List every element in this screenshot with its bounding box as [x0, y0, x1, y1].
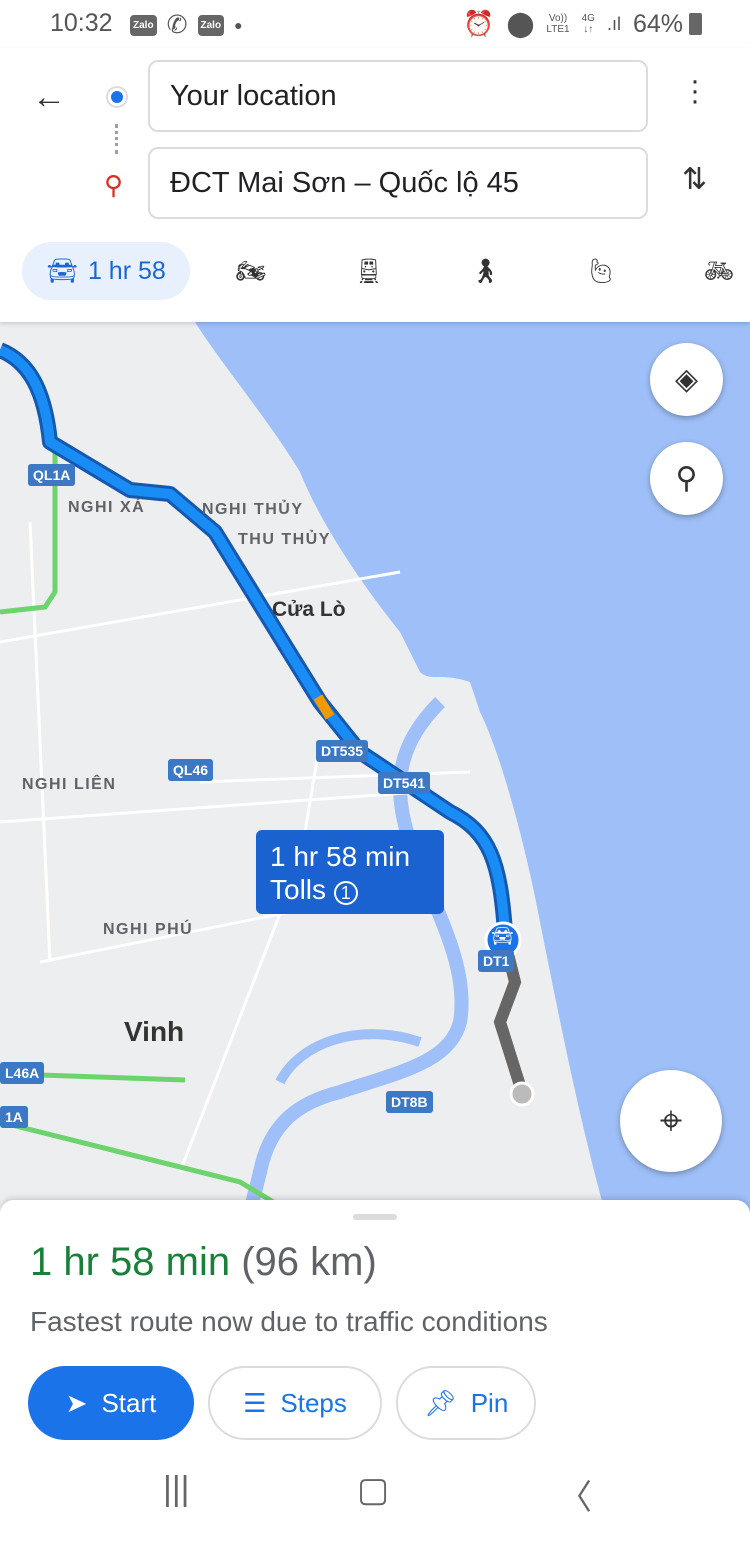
location-icon: ⬤	[506, 10, 535, 38]
list-icon: ☰	[243, 1387, 267, 1418]
pin-label: Pin	[470, 1387, 509, 1418]
search-icon: ⚲	[675, 462, 698, 495]
swap-icon[interactable]: ⇅	[682, 162, 707, 197]
road-shield-dt535: DT535	[316, 740, 369, 762]
steps-button[interactable]: ☰ Steps	[208, 1366, 382, 1440]
layers-button[interactable]: ◈	[650, 343, 723, 416]
volte-icon: Vo)) LTE1	[546, 13, 570, 35]
drag-handle[interactable]	[353, 1214, 397, 1220]
road-shield-dt541: DT541	[378, 772, 431, 794]
navigation-arrow-icon: ➤	[65, 1387, 88, 1418]
more-notifications-icon: ●	[234, 17, 243, 33]
mode-transit[interactable]: 🚆︎	[340, 242, 398, 300]
data-icon: 4G ↓↑	[581, 13, 595, 35]
city-label: Vinh	[124, 1016, 185, 1047]
route-description: Fastest route now due to traffic conditi…	[30, 1306, 548, 1337]
clock: 10:32	[50, 9, 113, 37]
road-shield-dt1: DT1	[478, 950, 515, 972]
system-nav-bar: ||| ▢ 〈	[0, 1470, 750, 1530]
map-label: NGHI XÁ	[68, 499, 146, 516]
steps-label: Steps	[280, 1387, 347, 1418]
transit-icon: 🚆︎	[353, 257, 385, 285]
mode-walking[interactable]: 🚶︎	[456, 242, 514, 300]
start-button[interactable]: ➤ Start	[28, 1366, 194, 1440]
start-label: Start	[101, 1387, 157, 1418]
route-connector	[115, 124, 119, 154]
pin-button[interactable]: 📌︎ Pin	[396, 1366, 536, 1440]
more-options-icon[interactable]: · · ·	[690, 66, 700, 116]
back-arrow-icon[interactable]: ←	[32, 78, 66, 117]
callout-tolls: Tolls	[270, 874, 327, 905]
road-shield-l46a: L46A	[0, 1062, 45, 1084]
travel-modes: 🚘︎ 1 hr 58 🏍︎ 🚆︎ 🚶︎ 🙋︎ 🚲︎	[0, 242, 750, 300]
battery-icon	[689, 13, 702, 35]
map-view[interactable]: QL1A NGHI XÁ NGHI THỦY THU THỦY Cửa Lò D…	[0, 322, 750, 1212]
walk-icon: 🚶︎	[469, 257, 501, 285]
signal-icon: .ıl	[606, 13, 621, 34]
mode-ride-hailing[interactable]: 🙋︎	[572, 242, 630, 300]
road-shield-dt8b: DT8B	[386, 1091, 433, 1113]
map-label: NGHI THỦY	[202, 501, 304, 518]
mode-motorcycle[interactable]: 🏍︎	[222, 242, 280, 300]
map-label: NGHI PHÚ	[103, 921, 194, 938]
road-shield-1a: 1A	[0, 1106, 28, 1128]
origin-dot-icon	[108, 88, 126, 106]
callout-duration: 1 hr 58 min	[270, 841, 411, 872]
back-icon[interactable]: 〈	[558, 1470, 592, 1519]
layers-icon: ◈	[674, 363, 699, 396]
directions-header: ← ⚲ Your location ĐCT Mai Sơn – Quốc lộ …	[0, 48, 750, 322]
map-label: NGHI LIÊN	[22, 776, 117, 793]
status-bar: 10:32 Zalo ✆ Zalo ● ⏰ ⬤ Vo)) LTE1 4G ↓↑ .ı…	[0, 0, 750, 48]
zalo-notification-icon: Zalo	[197, 14, 225, 36]
destination-input[interactable]: ĐCT Mai Sơn – Quốc lộ 45	[148, 147, 648, 219]
mode-cycling[interactable]: 🚲︎	[690, 242, 748, 300]
bicycle-icon: 🚲︎	[703, 257, 735, 285]
map-label: THU THỦY	[238, 531, 331, 548]
motorcycle-icon: 🏍︎	[235, 257, 267, 285]
alarm-icon: ⏰	[463, 9, 495, 38]
home-icon[interactable]: ▢	[357, 1470, 389, 1510]
search-button[interactable]: ⚲	[650, 442, 723, 515]
origin-input[interactable]: Your location	[148, 60, 648, 132]
recent-apps-icon[interactable]: |||	[163, 1470, 190, 1509]
map-canvas	[0, 322, 750, 1212]
pin-icon: 📌︎	[423, 1387, 457, 1418]
route-callout[interactable]: 1 hr 58 min Tolls 1	[256, 830, 444, 914]
car-icon: 🚘︎	[491, 926, 514, 946]
viber-notification-icon: ✆	[166, 11, 188, 39]
road-shield-ql1a: QL1A	[28, 464, 76, 486]
ride-hailing-icon: 🙋︎	[585, 257, 617, 285]
zalo-notification-icon: Zalo	[130, 14, 157, 36]
my-location-button[interactable]: ⌖	[620, 1070, 722, 1172]
battery-level: 64%	[632, 9, 683, 38]
traffic-road-green	[39, 1072, 186, 1083]
destination-marker	[509, 1081, 535, 1107]
crosshair-icon: ⌖	[659, 1098, 683, 1143]
mode-driving[interactable]: 🚘︎ 1 hr 58	[22, 242, 190, 300]
toll-icon: 1	[333, 881, 358, 905]
destination-pin-icon: ⚲	[104, 170, 124, 200]
route-duration: 1 hr 58 min	[30, 1240, 231, 1284]
route-distance: (96 km)	[241, 1240, 377, 1284]
city-label: Cửa Lò	[272, 598, 346, 621]
road-shield-ql46: QL46	[168, 759, 214, 781]
car-icon: 🚘︎	[46, 256, 78, 285]
